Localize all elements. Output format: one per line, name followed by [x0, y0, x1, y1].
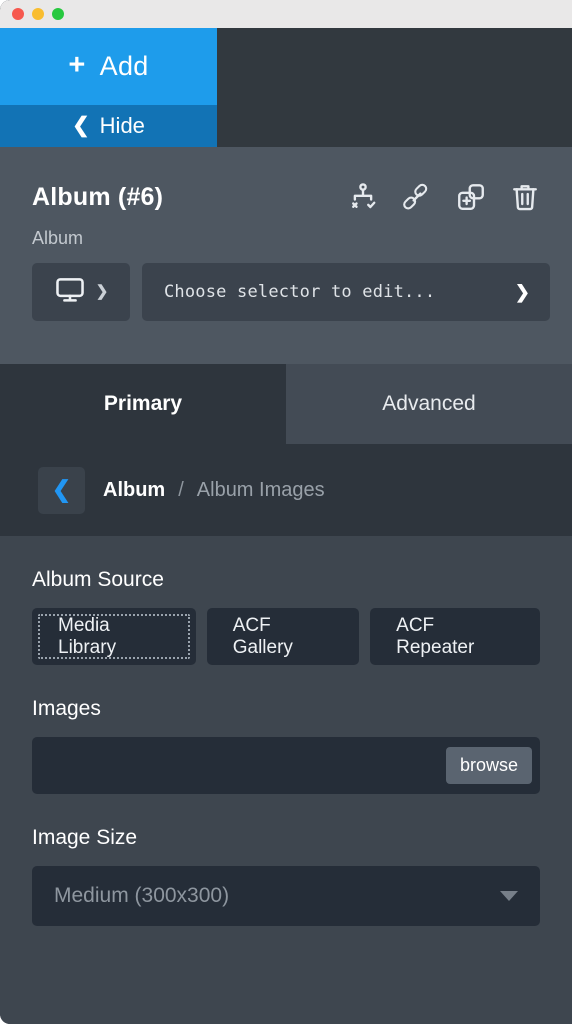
plus-icon: + — [68, 49, 86, 81]
caret-down-icon — [500, 891, 518, 901]
album-source-options: Media Library ACF Gallery ACF Repeater — [32, 608, 541, 665]
breadcrumb: ❮ Album / Album Images — [0, 444, 572, 536]
tab-primary[interactable]: Primary — [0, 364, 286, 444]
app-window: + Add ❮ Hide Album (#6) Album ❯ Choose s… — [0, 0, 572, 1024]
tab-primary-label: Primary — [103, 392, 183, 415]
device-selector[interactable]: ❯ — [32, 263, 130, 321]
breadcrumb-back-button[interactable]: ❮ — [38, 466, 85, 514]
chevron-left-icon: ❮ — [72, 113, 90, 137]
desktop-monitor-icon — [54, 274, 86, 311]
module-header: Album (#6) Album ❯ Choose selector to ed… — [0, 147, 572, 364]
header-action-icons — [346, 180, 542, 214]
selector-row: ❯ Choose selector to edit... ❯ — [32, 263, 550, 321]
settings-content: Album Source Media Library ACF Gallery A… — [0, 536, 572, 1024]
album-source-option-acf-gallery[interactable]: ACF Gallery — [206, 608, 360, 665]
image-size-select[interactable]: Medium (300x300) — [32, 866, 540, 926]
add-button-label: Add — [99, 51, 149, 81]
image-size-value: Medium (300x300) — [54, 884, 230, 907]
album-source-option-label: ACF Repeater — [396, 614, 475, 658]
album-source-option-media-library[interactable]: Media Library — [32, 608, 196, 665]
images-label: Images — [32, 697, 101, 720]
duplicate-add-icon[interactable] — [454, 180, 488, 214]
trash-icon[interactable] — [508, 180, 542, 214]
close-window-button[interactable] — [12, 8, 24, 20]
breadcrumb-item-album-images[interactable]: Album Images — [197, 479, 325, 502]
minimize-window-button[interactable] — [32, 8, 44, 20]
album-source-label: Album Source — [32, 568, 164, 591]
sitemap-validate-icon[interactable] — [346, 180, 380, 214]
module-subtitle: Album — [32, 228, 84, 248]
images-input[interactable]: browse — [32, 737, 540, 794]
link-icon[interactable] — [400, 180, 434, 214]
settings-tabs: Primary Advanced — [0, 364, 572, 444]
hide-button-label: Hide — [99, 113, 145, 138]
album-source-option-label: ACF Gallery — [232, 614, 293, 658]
top-action-panel: + Add ❮ Hide — [0, 28, 572, 147]
module-header-top: Album (#6) — [22, 147, 550, 214]
chevron-down-icon: ❯ — [95, 282, 109, 300]
add-button[interactable]: + Add — [0, 28, 217, 105]
breadcrumb-separator: / — [178, 478, 184, 501]
image-size-label: Image Size — [32, 826, 138, 849]
selector-value: Choose selector to edit... — [164, 282, 436, 302]
browse-button-label: browse — [459, 755, 518, 775]
album-source-option-acf-repeater[interactable]: ACF Repeater — [370, 608, 541, 665]
page-title: Album (#6) — [32, 182, 164, 211]
breadcrumb-item-album[interactable]: Album — [103, 479, 165, 502]
browse-button[interactable]: browse — [445, 747, 532, 784]
tab-advanced[interactable]: Advanced — [286, 364, 572, 444]
zoom-window-button[interactable] — [52, 8, 64, 20]
hide-button[interactable]: ❮ Hide — [0, 105, 217, 147]
window-titlebar — [0, 0, 572, 28]
tab-advanced-label: Advanced — [382, 392, 476, 415]
chevron-down-icon: ❯ — [514, 282, 530, 302]
album-source-option-label: Media Library — [58, 614, 117, 658]
chevron-left-icon: ❮ — [51, 475, 72, 502]
selector-dropdown[interactable]: Choose selector to edit... ❯ — [142, 263, 550, 321]
